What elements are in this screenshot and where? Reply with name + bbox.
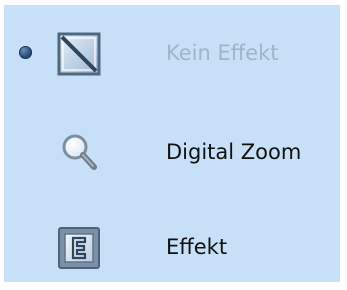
menu-item-label: Effekt: [166, 235, 228, 259]
effect-menu: Kein Effekt Digital Zoom Effekt: [4, 5, 340, 282]
no-effect-icon: [56, 31, 102, 77]
menu-item-digital-zoom[interactable]: Digital Zoom: [4, 108, 340, 188]
menu-item-no-effect[interactable]: Kein Effekt: [4, 9, 340, 89]
menu-item-effect[interactable]: Effekt: [4, 203, 340, 283]
magnifier-icon: [56, 130, 102, 176]
menu-item-label: Digital Zoom: [166, 140, 302, 164]
menu-item-label: Kein Effekt: [166, 41, 279, 65]
selected-radio-dot-icon: [19, 46, 32, 59]
effect-e-icon: [56, 225, 102, 271]
